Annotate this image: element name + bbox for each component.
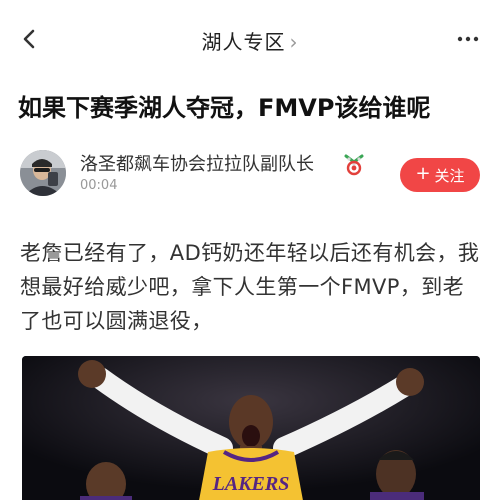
jersey-lakers-text: LAKERS	[212, 473, 290, 495]
follow-button-label: 关注	[434, 166, 465, 185]
post-body: 老詹已经有了，AD钙奶还年轻以后还有机会，我想最好给威少吧，拿下人生第一个FMV…	[20, 241, 480, 333]
post-title: 如果下赛季湖人夺冠，FMVP该给谁呢	[18, 94, 431, 122]
section-title[interactable]: 湖人专区 ›	[0, 26, 500, 55]
section-title-label: 湖人专区	[201, 30, 286, 54]
author-name[interactable]: 洛圣都飙车协会拉拉队副队长	[80, 150, 314, 176]
follow-button[interactable]: + 关注	[400, 158, 480, 192]
plus-icon: +	[415, 163, 431, 184]
post-image[interactable]: LAKERS	[22, 356, 480, 500]
player-celebration-image: LAKERS	[22, 356, 480, 500]
post-timestamp: 00:04	[80, 178, 118, 193]
italy-flag-badge-icon	[344, 154, 364, 176]
more-dots-icon[interactable]	[456, 30, 480, 48]
avatar[interactable]	[20, 150, 66, 196]
chevron-right-icon: ›	[289, 30, 299, 54]
top-navigation-bar: 湖人专区 ›	[0, 0, 500, 78]
